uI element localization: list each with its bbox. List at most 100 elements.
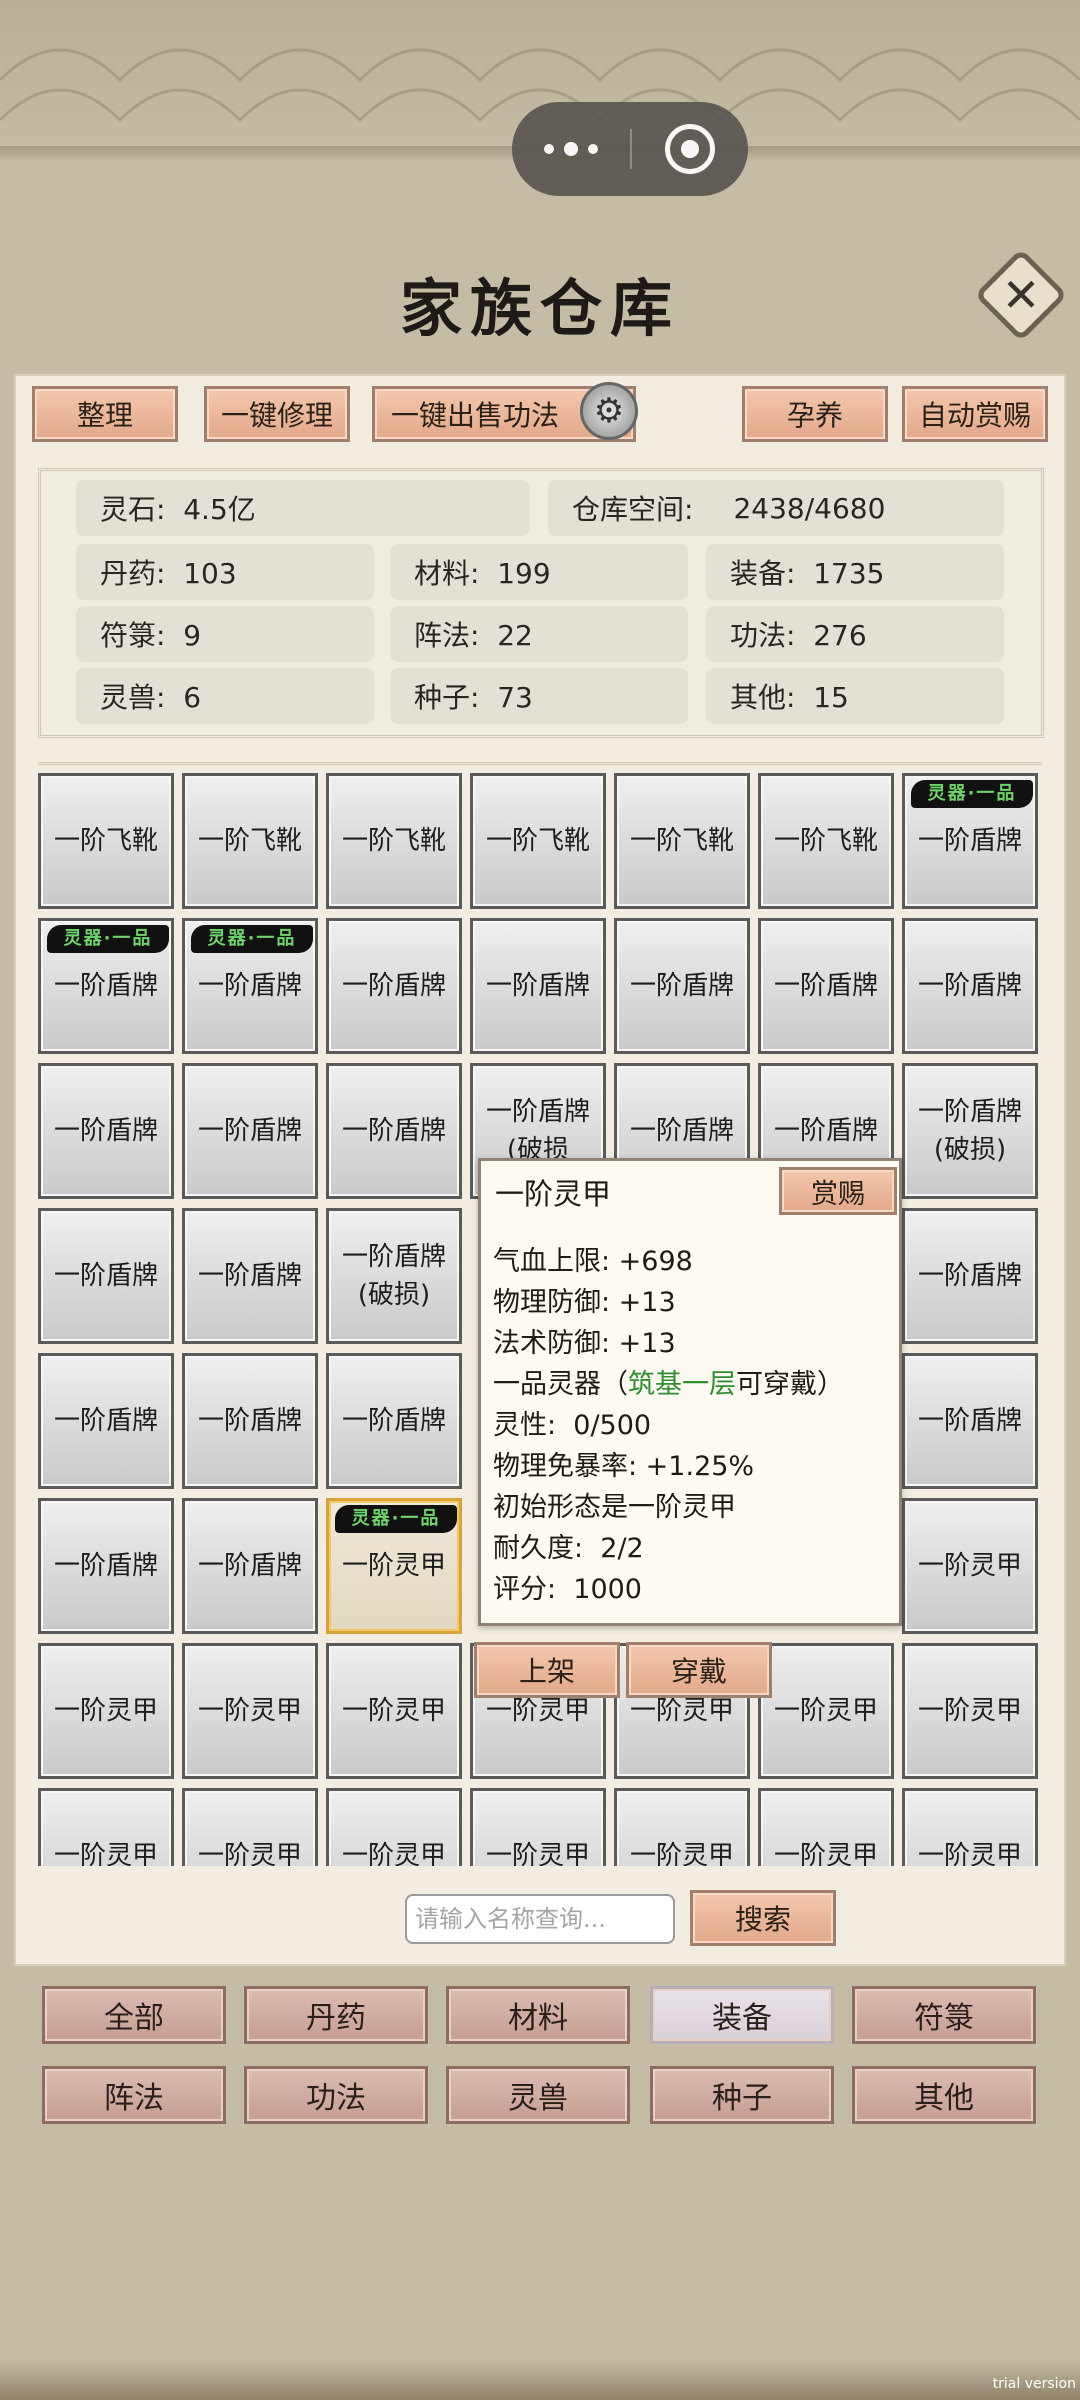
stat-warehouse-space: 仓库空间: 2438/4680 <box>548 480 1004 536</box>
filter-tab[interactable]: 符箓 <box>852 1986 1036 2044</box>
search-input[interactable] <box>405 1894 675 1944</box>
item-slot[interactable]: 一阶盾牌 <box>38 1498 174 1634</box>
item-slot[interactable]: 一阶灵甲 <box>326 1643 462 1779</box>
item-slot[interactable]: 一阶灵甲 <box>326 1788 462 1866</box>
tooltip-magic-def: 法术防御: +13 <box>493 1328 676 1359</box>
item-slot[interactable]: 一阶盾牌 <box>38 1063 174 1199</box>
item-slot[interactable]: 一阶盾牌 <box>326 918 462 1054</box>
grade-requirement: 筑基一层 <box>628 1369 736 1400</box>
item-name: 一阶灵甲 <box>485 1841 590 1866</box>
filter-tab[interactable]: 装备 <box>650 1986 834 2044</box>
item-slot[interactable]: 一阶盾牌 <box>38 1208 174 1344</box>
item-slot[interactable]: 一阶盾牌 <box>470 918 606 1054</box>
item-slot[interactable]: 一阶盾牌 <box>326 1063 462 1199</box>
item-slot[interactable]: 一阶灵甲 <box>902 1498 1038 1634</box>
item-name: 一阶盾牌 <box>197 1116 302 1146</box>
item-name: 一阶盾牌 <box>197 971 302 1001</box>
item-slot[interactable]: 一阶灵甲 <box>902 1643 1038 1779</box>
item-name: 一阶灵甲 <box>341 1841 446 1866</box>
item-slot[interactable]: 一阶盾牌 <box>902 1353 1038 1489</box>
item-name: 一阶盾牌 <box>773 1116 878 1146</box>
item-slot[interactable]: 一阶灵甲 <box>902 1788 1038 1866</box>
item-name: 一阶盾牌 <box>341 1242 446 1272</box>
item-slot[interactable]: 一阶盾牌 <box>38 1353 174 1489</box>
item-slot[interactable]: 一阶灵甲 <box>182 1643 318 1779</box>
item-slot[interactable]: 一阶盾牌 <box>758 918 894 1054</box>
item-slot[interactable]: 一阶盾牌 <box>326 1353 462 1489</box>
item-slot[interactable]: 一阶盾牌 <box>182 1498 318 1634</box>
item-slot[interactable]: 灵器·一品 一阶灵甲 <box>326 1498 462 1634</box>
stat-materials: 材料: 199 <box>390 544 688 600</box>
sort-button[interactable]: 整理 <box>32 386 178 442</box>
item-name: 一阶盾牌 <box>917 1097 1022 1127</box>
filter-tab[interactable]: 丹药 <box>244 1986 428 2044</box>
item-slot[interactable]: 灵器·一品 一阶盾牌 <box>38 918 174 1054</box>
grade-tag-badge: 灵器·一品 <box>335 1505 457 1533</box>
grade-suffix: 可穿戴） <box>736 1369 844 1400</box>
item-name: 一阶飞靴 <box>53 826 158 856</box>
reward-button[interactable]: 赏赐 <box>779 1167 897 1215</box>
item-slot[interactable]: 一阶盾牌 <box>902 918 1038 1054</box>
item-slot[interactable]: 一阶盾牌 <box>182 1353 318 1489</box>
item-slot[interactable]: 一阶灵甲 <box>38 1643 174 1779</box>
grade-prefix: 一品灵器（ <box>493 1369 628 1400</box>
stat-spirit-stone: 灵石: 4.5亿 <box>76 480 530 536</box>
item-slot[interactable]: 一阶灵甲 <box>470 1788 606 1866</box>
item-slot[interactable]: 一阶灵甲 <box>614 1788 750 1866</box>
warehouse-space-value: 2438/4680 <box>733 491 886 525</box>
item-slot[interactable]: 一阶飞靴 <box>38 773 174 909</box>
item-slot[interactable]: 一阶灵甲 <box>38 1788 174 1866</box>
warehouse-space-label: 仓库空间: <box>572 493 694 526</box>
item-name: 一阶盾牌 <box>341 1406 446 1436</box>
item-name: 一阶灵甲 <box>917 1841 1022 1866</box>
item-slot[interactable]: 灵器·一品 一阶盾牌 <box>182 918 318 1054</box>
item-name: 一阶灵甲 <box>53 1696 158 1726</box>
list-for-sale-button[interactable]: 上架 <box>474 1642 620 1698</box>
item-name: 一阶灵甲 <box>773 1696 878 1726</box>
item-tooltip: 一阶灵甲 赏赐 气血上限: +698 物理防御: +13 法术防御: +13 一… <box>478 1158 902 1626</box>
item-name: 一阶盾牌 <box>917 826 1022 856</box>
item-slot[interactable]: 一阶灵甲 <box>182 1788 318 1866</box>
filter-tab[interactable]: 灵兽 <box>446 2066 630 2124</box>
item-slot[interactable]: 一阶盾牌 <box>614 918 750 1054</box>
item-name: 一阶盾牌 <box>53 1406 158 1436</box>
item-slot[interactable]: 一阶飞靴 <box>182 773 318 909</box>
auto-reward-button[interactable]: 自动赏赐 <box>902 386 1048 442</box>
item-slot[interactable]: 一阶盾牌 (破损) <box>326 1208 462 1344</box>
more-menu-icon[interactable] <box>512 142 630 156</box>
equip-button[interactable]: 穿戴 <box>626 1642 772 1698</box>
miniprogram-capsule <box>512 102 748 196</box>
tooltip-phys-def: 物理防御: +13 <box>493 1287 676 1318</box>
gear-icon[interactable]: ⚙ <box>580 382 638 440</box>
item-slot[interactable]: 一阶飞靴 <box>470 773 606 909</box>
item-slot[interactable]: 一阶飞靴 <box>758 773 894 909</box>
search-button[interactable]: 搜索 <box>690 1890 836 1946</box>
stat-equipment: 装备: 1735 <box>706 544 1004 600</box>
item-slot[interactable]: 一阶盾牌 <box>902 1208 1038 1344</box>
tooltip-spirit: 灵性: 0/500 <box>493 1410 652 1441</box>
filter-tab[interactable]: 种子 <box>650 2066 834 2124</box>
record-close-icon[interactable] <box>632 124 748 174</box>
item-slot[interactable]: 一阶盾牌 <box>182 1208 318 1344</box>
item-slot[interactable]: 一阶盾牌 <box>182 1063 318 1199</box>
nurture-button[interactable]: 孕养 <box>742 386 888 442</box>
repair-all-button[interactable]: 一键修理 <box>204 386 350 442</box>
filter-tab[interactable]: 材料 <box>446 1986 630 2044</box>
item-slot[interactable]: 灵器·一品 一阶盾牌 <box>902 773 1038 909</box>
stat-skills: 功法: 276 <box>706 606 1004 662</box>
item-name: 一阶盾牌 <box>53 1551 158 1581</box>
item-name: 一阶灵甲 <box>629 1841 734 1866</box>
stat-beasts: 灵兽: 6 <box>76 668 374 724</box>
item-slot[interactable]: 一阶灵甲 <box>758 1788 894 1866</box>
item-slot[interactable]: 一阶灵甲 <box>758 1643 894 1779</box>
item-slot[interactable]: 一阶盾牌 (破损) <box>902 1063 1038 1199</box>
filter-tab[interactable]: 阵法 <box>42 2066 226 2124</box>
item-slot[interactable]: 一阶飞靴 <box>326 773 462 909</box>
stat-others: 其他: 15 <box>706 668 1004 724</box>
item-name: 一阶盾牌 <box>341 1116 446 1146</box>
filter-tab[interactable]: 其他 <box>852 2066 1036 2124</box>
item-slot[interactable]: 一阶飞靴 <box>614 773 750 909</box>
item-name: 一阶盾牌 <box>485 1097 590 1127</box>
filter-tab[interactable]: 全部 <box>42 1986 226 2044</box>
filter-tab[interactable]: 功法 <box>244 2066 428 2124</box>
